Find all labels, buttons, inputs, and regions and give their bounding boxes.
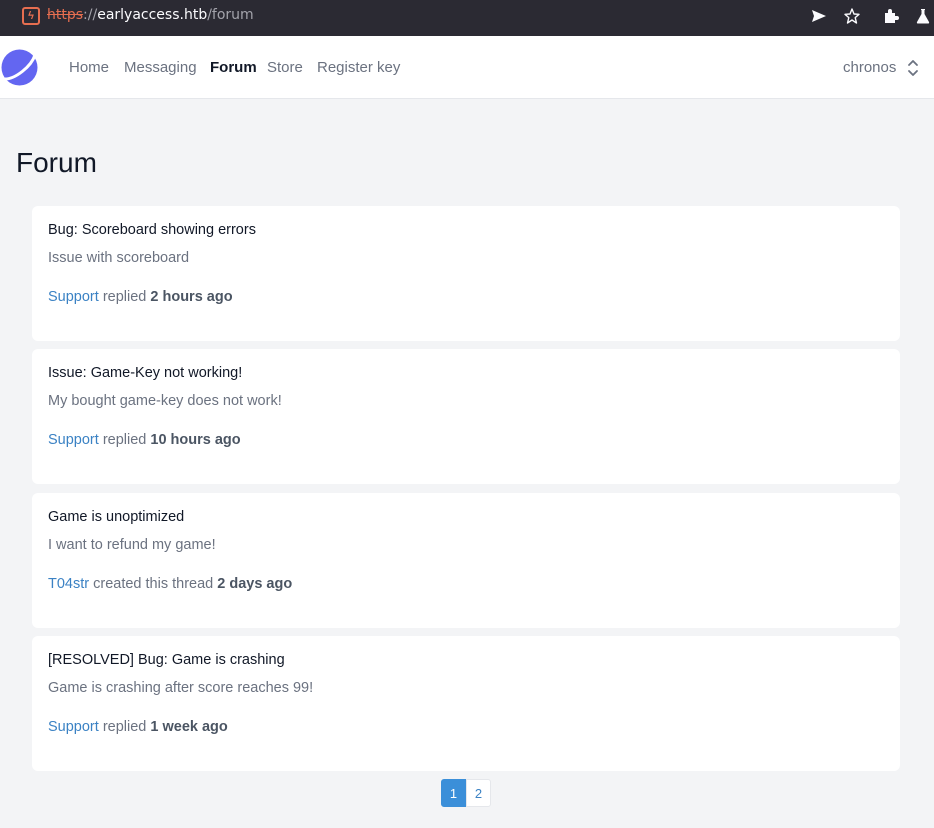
- url-field[interactable]: https://earlyaccess.htb/forum: [47, 7, 254, 23]
- thread-meta: Support replied 2 hours ago: [48, 289, 233, 305]
- site-logo[interactable]: [1, 49, 38, 91]
- thread-card[interactable]: Game is unoptimized I want to refund my …: [32, 493, 900, 628]
- url-separator: ://: [83, 7, 98, 23]
- thread-time: 2 hours ago: [150, 289, 233, 305]
- thread-card[interactable]: Bug: Scoreboard showing errors Issue wit…: [32, 206, 900, 341]
- url-host: earlyaccess.htb: [97, 7, 208, 23]
- thread-time: 10 hours ago: [150, 432, 241, 448]
- url-path: /forum: [207, 7, 254, 23]
- thread-author[interactable]: T04str: [48, 576, 89, 592]
- browser-toolbar: ϟ https://earlyaccess.htb/forum: [0, 0, 934, 36]
- page-link-2[interactable]: 2: [466, 779, 491, 807]
- thread-title[interactable]: Bug: Scoreboard showing errors: [48, 222, 256, 238]
- user-menu[interactable]: chronos: [843, 59, 896, 76]
- thread-time: 2 days ago: [217, 576, 293, 592]
- thread-time: 1 week ago: [150, 719, 228, 735]
- thread-author[interactable]: Support: [48, 719, 99, 735]
- thread-title[interactable]: Issue: Game-Key not working!: [48, 365, 242, 381]
- thread-description: My bought game-key does not work!: [48, 393, 282, 409]
- thread-card[interactable]: Issue: Game-Key not working! My bought g…: [32, 349, 900, 484]
- thread-description: Issue with scoreboard: [48, 250, 190, 266]
- nav-store[interactable]: Store: [267, 59, 303, 76]
- chevron-updown-icon[interactable]: [905, 58, 921, 78]
- thread-meta: T04str created this thread 2 days ago: [48, 576, 292, 592]
- pagination: 1 2: [441, 779, 491, 807]
- thread-action: replied: [102, 289, 147, 305]
- nav-register-key[interactable]: Register key: [317, 59, 400, 76]
- nav-forum[interactable]: Forum: [210, 59, 257, 76]
- send-icon[interactable]: [809, 6, 829, 26]
- page-link-1[interactable]: 1: [441, 779, 466, 807]
- nav-messaging[interactable]: Messaging: [124, 59, 197, 76]
- thread-title[interactable]: [RESOLVED] Bug: Game is crashing: [48, 652, 285, 668]
- thread-author[interactable]: Support: [48, 432, 99, 448]
- thread-author[interactable]: Support: [48, 289, 99, 305]
- thread-meta: Support replied 1 week ago: [48, 719, 228, 735]
- thread-title[interactable]: Game is unoptimized: [48, 509, 184, 525]
- thread-action: created this thread: [93, 576, 214, 592]
- insecure-connection-icon[interactable]: ϟ: [22, 7, 40, 25]
- nav-home[interactable]: Home: [69, 59, 109, 76]
- thread-description: Game is crashing after score reaches 99!: [48, 680, 314, 696]
- thread-action: replied: [102, 432, 147, 448]
- flask-icon[interactable]: [913, 6, 933, 26]
- thread-meta: Support replied 10 hours ago: [48, 432, 241, 448]
- page-title: Forum: [16, 147, 97, 178]
- thread-description: I want to refund my game!: [48, 537, 216, 553]
- url-scheme: https: [47, 7, 84, 23]
- star-icon[interactable]: [842, 6, 862, 26]
- thread-action: replied: [102, 719, 147, 735]
- extensions-icon[interactable]: [881, 6, 901, 26]
- thread-card[interactable]: [RESOLVED] Bug: Game is crashing Game is…: [32, 636, 900, 771]
